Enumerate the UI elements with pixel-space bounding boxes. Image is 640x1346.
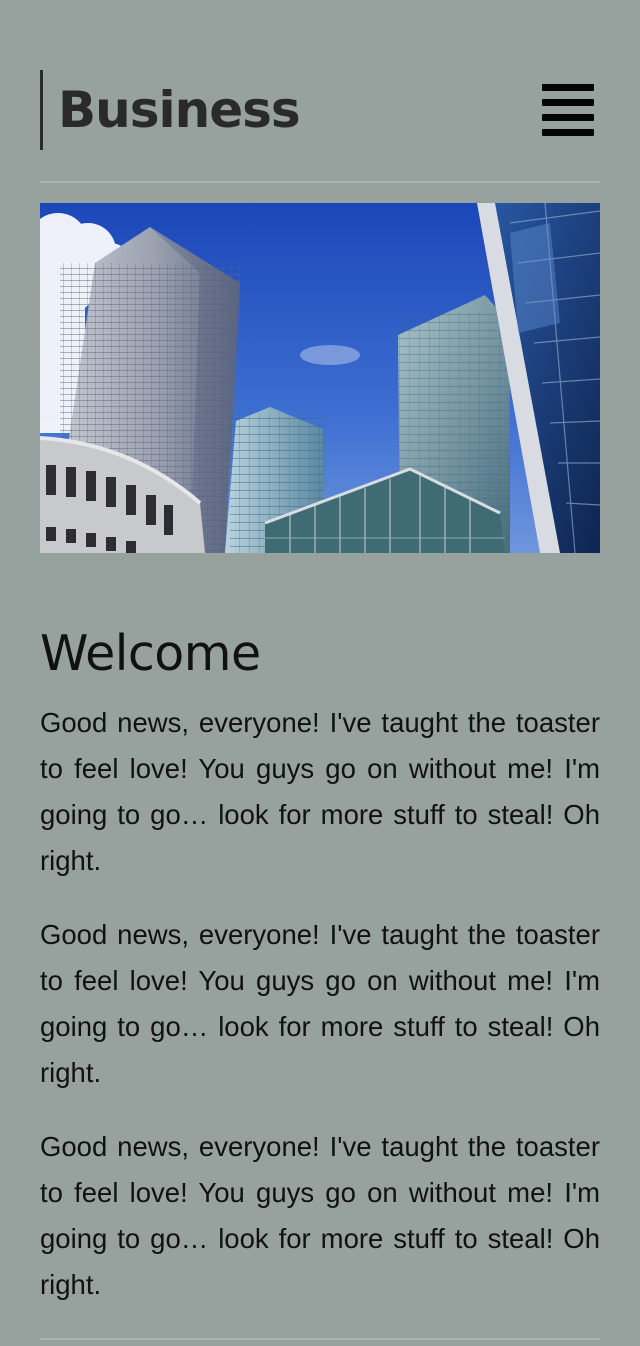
body-paragraph: Good news, everyone! I've taught the toa…: [40, 1131, 600, 1300]
site-logo[interactable]: Business: [40, 70, 301, 150]
hero-image: [40, 203, 600, 553]
menu-bar: [542, 114, 594, 121]
body-paragraph: Good news, everyone! I've taught the toa…: [40, 707, 600, 876]
main-content: Welcome Good news, everyone! I've taught…: [40, 625, 600, 1308]
logo-text: Business: [58, 81, 301, 139]
page: Business Welcome Good news, everyone! I'…: [0, 0, 640, 1346]
page-title: Welcome: [40, 625, 261, 682]
menu-bar: [542, 129, 594, 136]
body-paragraph: Good news, everyone! I've taught the toa…: [40, 919, 600, 1088]
menu-bar: [542, 99, 594, 106]
site-header: Business: [40, 0, 600, 183]
hamburger-menu-icon[interactable]: [542, 84, 594, 136]
menu-bar: [542, 84, 594, 91]
footer-divider: [40, 1338, 600, 1340]
